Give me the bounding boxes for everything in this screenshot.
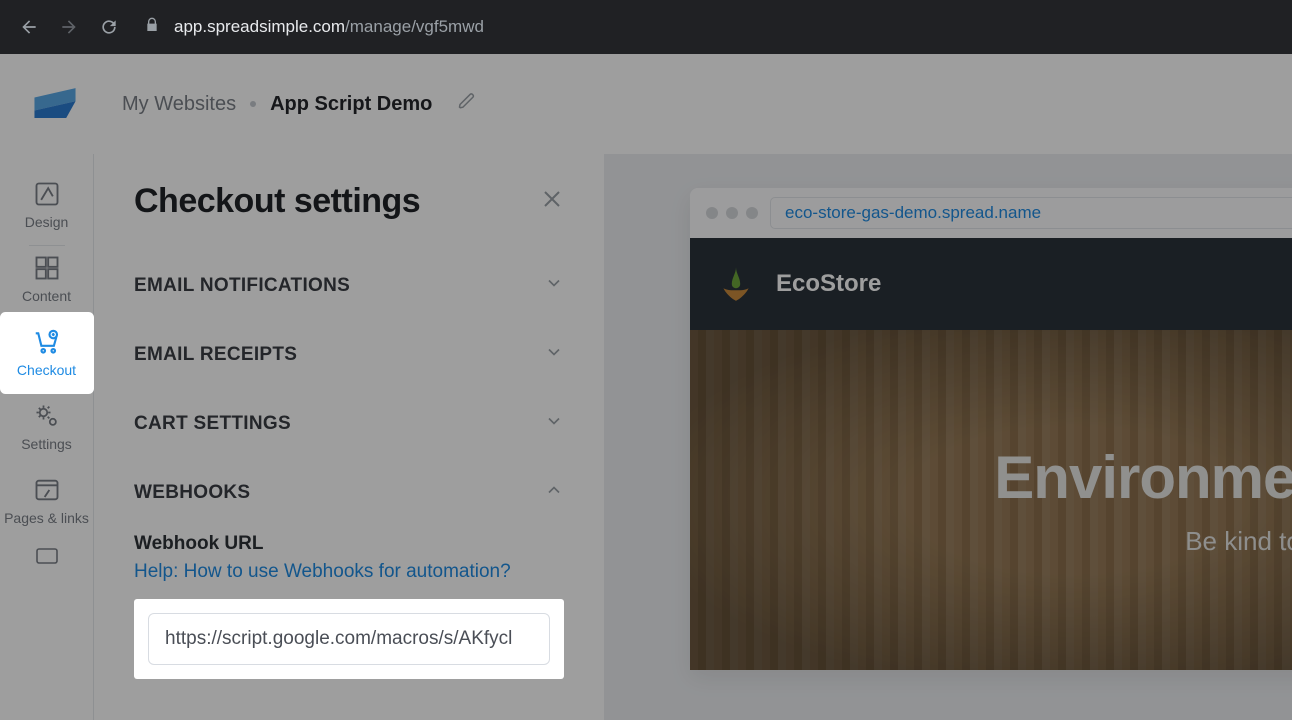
preview-site-header: EcoStore (690, 238, 1292, 330)
panel-title: Checkout settings (134, 182, 420, 221)
webhook-help-link[interactable]: Help: How to use Webhooks for automation… (134, 561, 511, 583)
chevron-up-icon (544, 480, 564, 505)
hero-subtitle: Be kind to you (1185, 526, 1292, 557)
traffic-lights-icon (706, 207, 758, 219)
cart-icon (32, 328, 62, 356)
arrow-right-icon (59, 17, 79, 37)
rail-pages-label: Pages & links (4, 510, 89, 526)
close-icon (540, 187, 564, 211)
section-label: EMAIL RECEIPTS (134, 344, 297, 366)
pencil-icon (458, 92, 476, 110)
webhook-input-highlight (134, 599, 564, 679)
rail-design-label: Design (25, 214, 69, 230)
section-email-receipts[interactable]: EMAIL RECEIPTS (134, 320, 564, 389)
chevron-down-icon (544, 342, 564, 367)
spreadsimple-logo-icon (27, 80, 83, 128)
lock-icon (144, 17, 160, 38)
left-rail: Design Content Checkout Settings (0, 154, 94, 720)
edit-name-button[interactable] (458, 92, 476, 116)
hero-title: Environment (994, 443, 1292, 512)
app-logo[interactable] (22, 77, 88, 131)
section-email-notifications[interactable]: EMAIL NOTIFICATIONS (134, 251, 564, 320)
section-label: CART SETTINGS (134, 413, 291, 435)
site-preview-pane: eco-store-gas-demo.spread.name EcoStore … (604, 154, 1292, 720)
pages-icon (33, 476, 61, 504)
preview-site-name: EcoStore (776, 270, 881, 298)
section-cart-settings[interactable]: CART SETTINGS (134, 389, 564, 458)
rail-design[interactable]: Design (4, 168, 90, 242)
ecostore-logo-icon (714, 262, 758, 306)
breadcrumb-root[interactable]: My Websites (122, 93, 236, 116)
webhook-url-label: Webhook URL (134, 533, 564, 555)
section-label: EMAIL NOTIFICATIONS (134, 275, 350, 297)
checkout-settings-panel: Checkout settings EMAIL NOTIFICATIONS EM… (94, 154, 604, 720)
address-bar[interactable]: app.spreadsimple.com/manage/vgf5mwd (144, 17, 1280, 38)
reload-button[interactable] (92, 10, 126, 44)
app-header: My Websites App Script Demo (0, 54, 1292, 154)
arrow-left-icon (19, 17, 39, 37)
grid-icon (33, 254, 61, 282)
rail-settings[interactable]: Settings (4, 390, 90, 464)
rail-more[interactable] (4, 538, 90, 582)
preview-hero: Environment Be kind to you (690, 330, 1292, 670)
address-text: app.spreadsimple.com/manage/vgf5mwd (174, 17, 484, 37)
preview-browser: eco-store-gas-demo.spread.name EcoStore … (690, 188, 1292, 670)
rail-checkout-label: Checkout (17, 362, 76, 378)
gears-icon (33, 402, 61, 430)
rail-content-label: Content (22, 288, 71, 304)
preview-browser-bar: eco-store-gas-demo.spread.name (690, 188, 1292, 238)
rail-content[interactable]: Content (4, 242, 90, 316)
rail-checkout[interactable]: Checkout (4, 316, 90, 390)
reload-icon (99, 17, 119, 37)
webhooks-subsection: Webhook URL Help: How to use Webhooks fo… (134, 527, 564, 691)
rail-settings-label: Settings (21, 436, 72, 452)
rail-pages[interactable]: Pages & links (4, 464, 90, 538)
chevron-down-icon (544, 411, 564, 436)
close-panel-button[interactable] (540, 187, 564, 216)
breadcrumb: My Websites App Script Demo (122, 92, 476, 116)
forward-button[interactable] (52, 10, 86, 44)
device-icon (35, 542, 59, 570)
breadcrumb-separator (250, 101, 256, 107)
back-button[interactable] (12, 10, 46, 44)
brush-icon (33, 180, 61, 208)
webhook-url-input[interactable] (148, 613, 550, 665)
browser-toolbar: app.spreadsimple.com/manage/vgf5mwd (0, 0, 1292, 54)
chevron-down-icon (544, 273, 564, 298)
section-webhooks[interactable]: WEBHOOKS (134, 458, 564, 527)
section-label: WEBHOOKS (134, 482, 250, 504)
preview-url[interactable]: eco-store-gas-demo.spread.name (770, 197, 1292, 229)
breadcrumb-current: App Script Demo (270, 93, 432, 116)
